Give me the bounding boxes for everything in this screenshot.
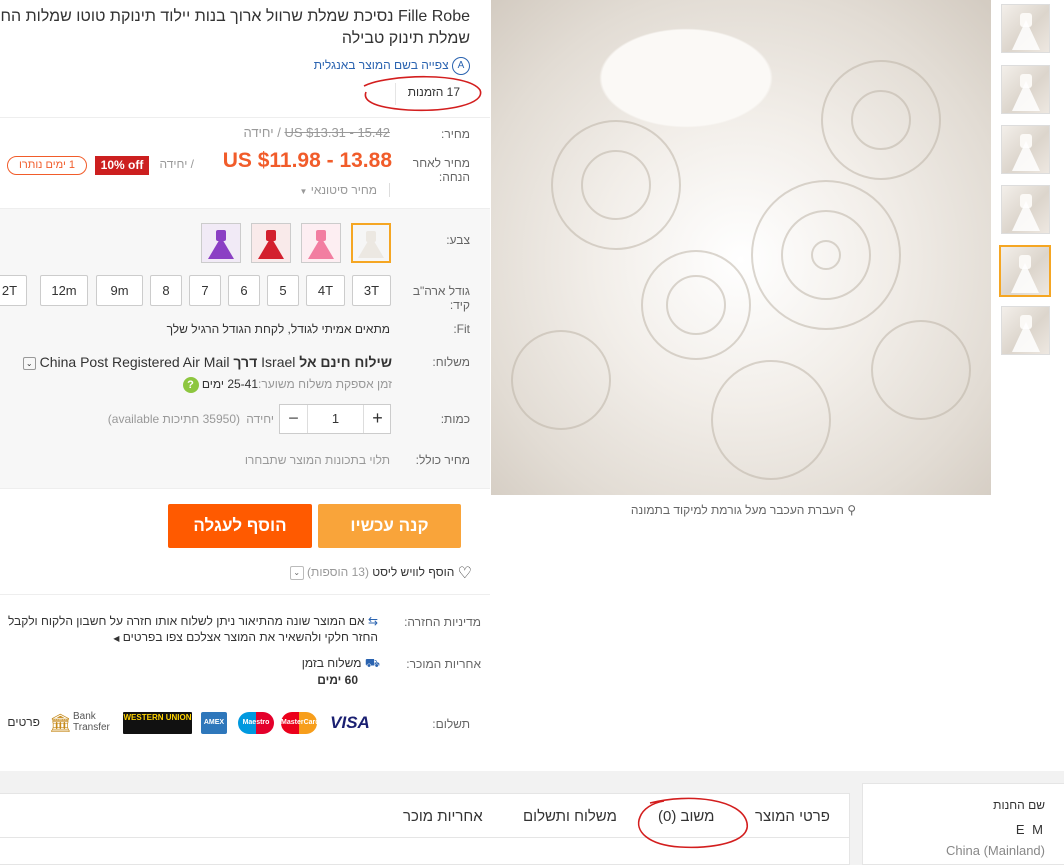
tab-product-details[interactable]: פרטי המוצר [755, 808, 830, 825]
store-name[interactable]: E M [880, 822, 1045, 837]
caret-down-icon: ▼ [299, 187, 308, 196]
size-option-6[interactable]: 6 [228, 275, 260, 306]
payment-details-link[interactable]: פרטים [0, 715, 40, 729]
add-to-wishlist[interactable]: ♡ הוסף לוויש ליסט (13 הוספות) ⌄ [270, 563, 472, 583]
annotation-circle-orders [363, 75, 482, 112]
original-price: US $13.31 - 15.42 / יחידה [243, 125, 391, 140]
return-policy-text: ⇆ אם המוצר שונה מהתיאור ניתן לשלוח אותו … [7, 614, 378, 644]
total-price-text: תלוי בתכונות המוצר שתבחרו [244, 453, 390, 467]
thumbnail-3[interactable] [1001, 125, 1050, 174]
quantity-stepper[interactable]: − 1 + [279, 404, 391, 434]
image-zoom-hint: ⚲ העברת העכבר מעל גורמת למיקוד בתמונה [630, 503, 856, 517]
zoom-search-icon: ⚲ [847, 503, 856, 517]
thumbnail-6[interactable] [1001, 306, 1050, 355]
divider [0, 117, 490, 118]
annotation-circle-feedback [637, 797, 748, 849]
thumbnail-4[interactable] [1001, 185, 1050, 234]
bank-transfer-label: Bank Transfer [73, 711, 110, 733]
color-swatch-white[interactable] [351, 223, 391, 263]
seller-guarantee-label: אחריות המוכר: [406, 657, 481, 671]
quantity-label: כמות: [440, 412, 470, 426]
discount-price-label: מחיר לאחר הנחה: [412, 156, 470, 184]
return-policy-label: מדיניות החזרה: [404, 615, 481, 629]
tab-shipping-payment[interactable]: משלוח ותשלום [523, 808, 617, 825]
size-option-5[interactable]: 5 [267, 275, 299, 306]
maestro-icon: Maestro [238, 712, 274, 734]
heart-plus-icon: ♡ [457, 565, 472, 582]
discount-badge: 10% off [95, 156, 149, 175]
quantity-decrease-button[interactable]: − [280, 405, 308, 433]
store-name-label: שם החנות [993, 798, 1045, 812]
divider [0, 594, 490, 595]
size-option-3t[interactable]: 3T [352, 275, 391, 306]
total-price-label: מחיר כולל: [415, 453, 470, 467]
amex-icon: AMEX [201, 712, 227, 734]
seller-guarantee-text: ⛟ משלוח בזמן 60 ימים [301, 656, 380, 687]
discount-price: US $11.98 - 13.88 [222, 149, 392, 172]
fit-label: Fit: [453, 322, 470, 336]
size-option-8[interactable]: 8 [150, 275, 182, 306]
payment-label: תשלום: [432, 717, 470, 731]
size-label: גודל ארה"ב קיד: [412, 284, 470, 312]
options-panel [0, 208, 490, 489]
size-option-2t[interactable]: 2T [0, 275, 27, 306]
chevron-down-icon: ⌄ [22, 356, 36, 370]
buy-now-button[interactable]: קנה עכשיו [318, 504, 461, 548]
western-union-icon: WESTERN UNION [123, 712, 192, 734]
mastercard-icon: MasterCard [281, 712, 320, 734]
return-icon: ⇆ [367, 614, 378, 628]
chevron-down-icon[interactable]: ⌄ [289, 566, 304, 580]
size-option-12m[interactable]: 12m [40, 275, 88, 306]
help-icon[interactable]: ? [182, 377, 199, 393]
quantity-increase-button[interactable]: + [363, 405, 391, 433]
quantity-unit: יחידה [246, 412, 274, 426]
shipping-eta: זמן אספקת משלוח משוער:25-41 ימים ? [160, 377, 392, 393]
size-option-9m[interactable]: 9m [96, 275, 143, 306]
discount-unit: / יחידה [159, 157, 194, 171]
thumbnail-5-selected[interactable] [999, 245, 1051, 297]
add-to-cart-button[interactable]: הוסף לעגלה [168, 504, 312, 548]
days-left-badge: 1 ימים נותרו [7, 156, 87, 175]
visa-icon: VISA [330, 713, 370, 732]
shipping-label: משלוח: [432, 355, 470, 369]
store-location: China (Mainland) [946, 843, 1045, 858]
wholesale-price-link[interactable]: מחיר סיטונאי ▼ [290, 183, 390, 197]
product-title: Fille Robe נסיכת שמלת שרוול ארוך בנות יי… [0, 8, 470, 47]
tab-seller-guarantees[interactable]: אחריות מוכר [403, 808, 483, 825]
main-product-image[interactable] [491, 0, 991, 495]
return-details-link[interactable]: צפו בפרטים [123, 630, 183, 644]
thumbnail-2[interactable] [1001, 65, 1050, 114]
quantity-input[interactable]: 1 [308, 405, 363, 433]
color-label: צבע: [446, 233, 470, 247]
available-stock: (35950 חתיכות available) [107, 412, 240, 426]
size-option-4t[interactable]: 4T [306, 275, 345, 306]
price-label: מחיר: [440, 127, 470, 141]
delivery-truck-icon: ⛟ [364, 656, 380, 670]
thumbnail-1[interactable] [1001, 4, 1050, 53]
bank-icon: 🏛 [49, 713, 72, 733]
fit-text: מתאים אמיתי לגודל, לקחת הגודל הרגיל שלך [166, 322, 390, 336]
shipping-method-selector[interactable]: שילוח חינם אל Israel דרך China Post Regi… [0, 354, 392, 370]
color-swatch-purple[interactable] [201, 223, 241, 263]
color-swatch-pink[interactable] [301, 223, 341, 263]
size-option-7[interactable]: 7 [189, 275, 221, 306]
color-swatch-red[interactable] [251, 223, 291, 263]
